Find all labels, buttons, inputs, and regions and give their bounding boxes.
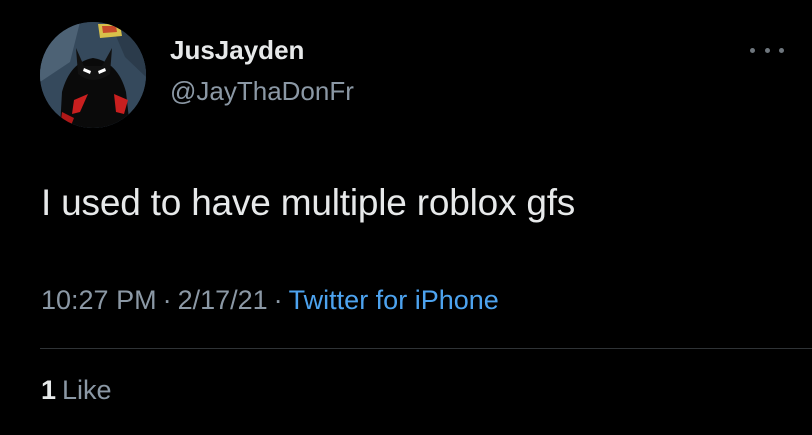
meta-separator: · — [162, 285, 172, 315]
tweet-source-link[interactable]: Twitter for iPhone — [289, 285, 499, 315]
more-dot — [764, 47, 770, 53]
likes-label: Like — [62, 375, 112, 405]
batman-beyond-avatar-icon — [40, 22, 146, 128]
tweet-detail: JusJayden @JayThaDonFr I used to have mu… — [0, 0, 812, 435]
tweet-date[interactable]: 2/17/21 — [178, 285, 268, 315]
meta-separator: · — [273, 285, 283, 315]
divider — [40, 348, 812, 349]
more-options-icon[interactable] — [750, 40, 784, 60]
likes-count: 1 — [41, 375, 57, 405]
user-handle[interactable]: @JayThaDonFr — [170, 76, 354, 107]
display-name[interactable]: JusJayden — [170, 35, 304, 66]
tweet-time[interactable]: 10:27 PM — [41, 285, 157, 315]
tweet-text: I used to have multiple roblox gfs — [41, 182, 576, 223]
tweet-metadata: 10:27 PM · 2/17/21 · Twitter for iPhone — [41, 285, 499, 316]
avatar[interactable] — [40, 22, 146, 128]
likes-link[interactable]: 1 Like — [41, 375, 112, 406]
more-dot — [779, 47, 784, 53]
more-dot — [750, 47, 755, 53]
